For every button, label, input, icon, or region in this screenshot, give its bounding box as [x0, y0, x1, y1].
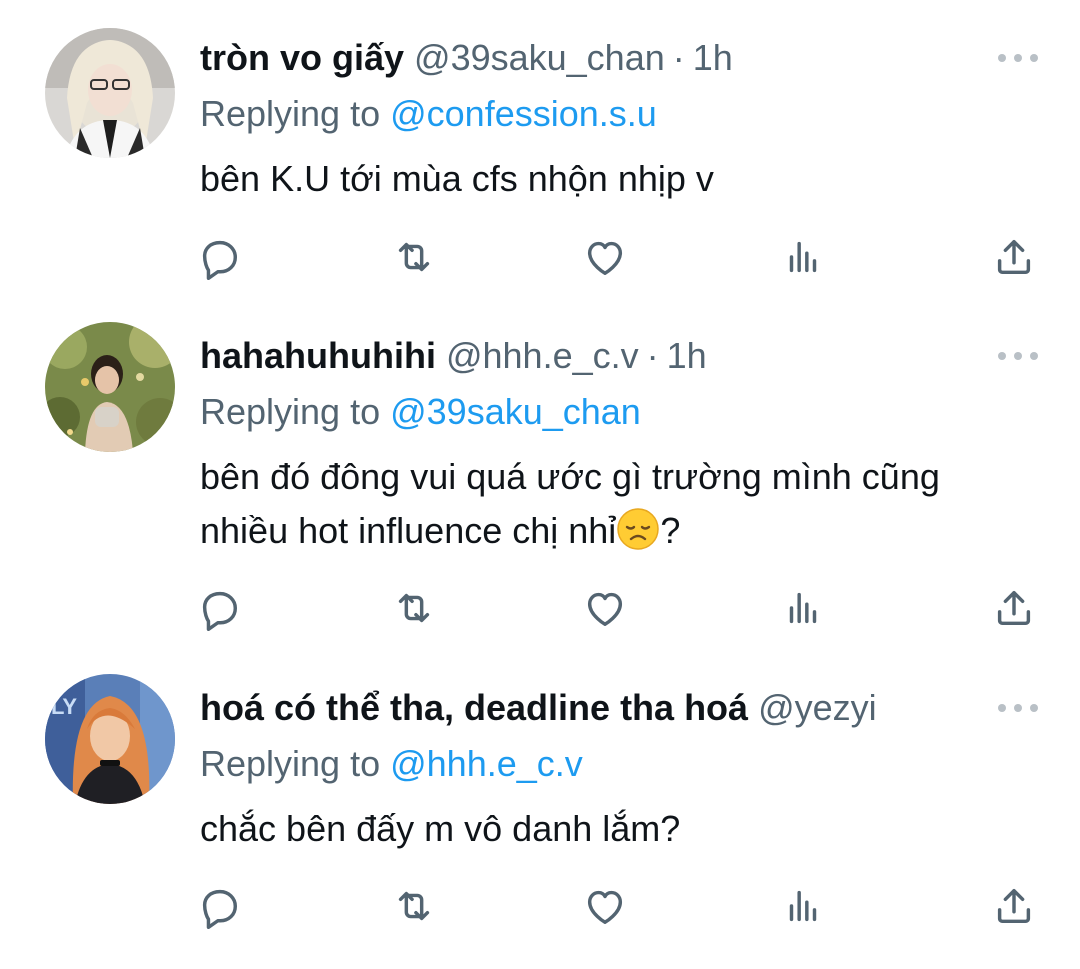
display-name[interactable]: tròn vo giấy [200, 37, 404, 78]
retweet-icon[interactable] [390, 584, 438, 632]
views-icon[interactable] [779, 882, 827, 930]
tweet-header: tròn vo giấy @39saku_chan · 1h [200, 36, 733, 80]
avatar[interactable] [45, 322, 175, 452]
avatar[interactable]: LY [45, 674, 175, 804]
tweet-2[interactable]: hahahuhuhihi @hhh.e_c.v · 1h Replying to @39… [0, 322, 1080, 654]
replying-to-mention[interactable]: @39saku_chan [390, 391, 641, 432]
display-name[interactable]: hahahuhuhihi [200, 335, 436, 376]
tweet-text: bên K.U tới mùa cfs nhộn nhịp v [200, 158, 714, 199]
replying-to: Replying to @confession.s.u [200, 92, 657, 136]
like-icon[interactable] [581, 882, 629, 930]
share-icon[interactable] [990, 584, 1038, 632]
share-icon[interactable] [990, 882, 1038, 930]
separator-dot: · [646, 335, 659, 376]
user-handle[interactable]: @yezyi [758, 687, 877, 728]
user-handle[interactable]: @39saku_chan [414, 37, 665, 78]
tweet-actions [195, 882, 1045, 932]
tweet-text-segment: nhiều hot influence chị nhỉ [200, 510, 617, 551]
like-icon[interactable] [581, 233, 629, 281]
tweet-3[interactable]: LY hoá có thể tha, deadline tha hoá @yezy… [0, 674, 1080, 946]
views-icon[interactable] [779, 584, 827, 632]
separator-dot: · [672, 37, 685, 78]
retweet-icon[interactable] [390, 233, 438, 281]
tweet-header: hoá có thể tha, deadline tha hoá @yezyi [200, 686, 877, 730]
avatar[interactable] [45, 28, 175, 158]
replying-to-label: Replying to [200, 93, 381, 134]
replying-to-mention[interactable]: @confession.s.u [390, 93, 657, 134]
tweet-actions [195, 584, 1045, 634]
retweet-icon[interactable] [390, 882, 438, 930]
reply-icon[interactable] [195, 882, 243, 930]
tweet-actions [195, 233, 1045, 283]
tweet-text-line: nhiều hot influence chị nhỉ? [200, 504, 1040, 558]
replying-to-mention[interactable]: @hhh.e_c.v [390, 743, 583, 784]
tweet-header: hahahuhuhihi @hhh.e_c.v · 1h [200, 334, 707, 378]
tweet-text-segment: ? [660, 510, 681, 551]
views-icon[interactable] [779, 233, 827, 281]
like-icon[interactable] [581, 584, 629, 632]
user-handle[interactable]: @hhh.e_c.v [446, 335, 639, 376]
reply-icon[interactable] [195, 584, 243, 632]
timestamp[interactable]: 1h [667, 335, 707, 376]
tweet-text: bên đó đông vui quá ước gì trường mình c… [200, 450, 1040, 558]
replying-to-label: Replying to [200, 391, 381, 432]
svg-text:LY: LY [51, 694, 77, 719]
disappointed-face-emoji [617, 508, 660, 550]
more-options-icon[interactable] [998, 700, 1038, 716]
tweet-text-line: bên đó đông vui quá ước gì trường mình c… [200, 456, 940, 497]
more-options-icon[interactable] [998, 348, 1038, 364]
timestamp[interactable]: 1h [693, 37, 733, 78]
more-options-icon[interactable] [998, 50, 1038, 66]
tweet-text: chắc bên đấy m vô danh lắm? [200, 808, 681, 849]
share-icon[interactable] [990, 233, 1038, 281]
replying-to: Replying to @39saku_chan [200, 390, 641, 434]
display-name[interactable]: hoá có thể tha, deadline tha hoá [200, 687, 748, 728]
replying-to-label: Replying to [200, 743, 381, 784]
reply-icon[interactable] [195, 233, 243, 281]
tweet-1[interactable]: tròn vo giấy @39saku_chan · 1h Replying to @… [0, 28, 1080, 306]
replying-to: Replying to @hhh.e_c.v [200, 742, 583, 786]
